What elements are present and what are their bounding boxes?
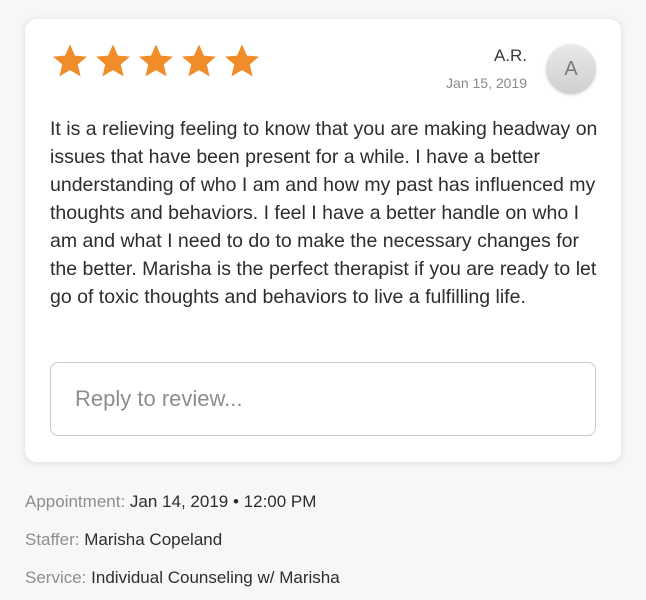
reply-input[interactable] [50,362,596,436]
service-row: Service: Individual Counseling w/ Marish… [25,567,340,589]
appointment-label: Appointment: [25,492,126,511]
staffer-label: Staffer: [25,530,80,549]
star-icon [179,42,219,80]
avatar-initial: A [564,57,578,80]
star-icon [136,42,176,80]
review-page: A.R. Jan 15, 2019 A It is a relieving fe… [0,0,646,600]
star-icon [222,42,262,80]
service-name: Individual Counseling w/ Marisha [91,568,340,587]
review-card: A.R. Jan 15, 2019 A It is a relieving fe… [25,19,621,462]
star-icon [93,42,133,80]
staffer-row: Staffer: Marisha Copeland [25,529,222,551]
review-text: It is a relieving feeling to know that y… [50,118,598,308]
author-name: A.R. [493,46,527,65]
staffer-name: Marisha Copeland [84,530,223,549]
service-label: Service: [25,568,87,587]
avatar: A [546,44,596,94]
appointment-date: Jan 14, 2019 [129,492,229,511]
review-date: Jan 15, 2019 [446,75,527,91]
appointment-time: 12:00 PM [243,492,317,511]
appointment-separator: • [232,492,239,511]
star-rating [50,42,262,80]
review-author-block: A.R. Jan 15, 2019 [446,46,527,92]
appointment-row: Appointment: Jan 14, 2019 • 12:00 PM [25,491,316,513]
star-icon [50,42,90,80]
